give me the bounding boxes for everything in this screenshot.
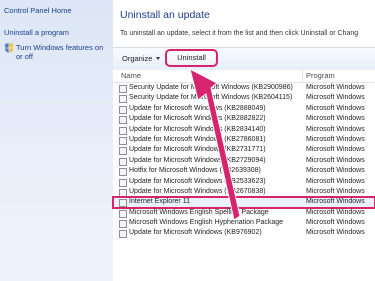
update-icon: [119, 136, 127, 145]
update-name: Update for Microsoft Windows (KB2729094): [129, 156, 266, 164]
update-program: Microsoft Windows: [306, 94, 365, 102]
update-name: Update for Microsoft Windows (KB976902): [129, 229, 262, 237]
update-icon: [119, 85, 127, 93]
task-pane: Control Panel Home Uninstall a program T…: [0, 0, 113, 281]
update-icon: [119, 230, 127, 239]
table-row[interactable]: Security Update for Microsoft Windows (K…: [113, 93, 375, 104]
update-program: Microsoft Windows: [306, 187, 365, 195]
chevron-down-icon[interactable]: [156, 57, 160, 60]
update-icon: [119, 95, 127, 104]
update-name: Security Update for Microsoft Windows (K…: [129, 94, 293, 102]
update-program: Microsoft Windows: [306, 135, 365, 143]
update-icon: [119, 178, 127, 187]
update-name: Update for Microsoft Windows (KB2533623): [129, 177, 266, 185]
organize-button[interactable]: Organize: [122, 54, 152, 63]
update-icon: [119, 157, 127, 166]
table-row[interactable]: Security Update for Microsoft Windows (K…: [113, 83, 375, 93]
update-program: Microsoft Windows: [306, 229, 365, 237]
update-icon: [119, 199, 127, 208]
page-description: To uninstall an update, select it from t…: [120, 30, 359, 37]
update-icon: [119, 209, 127, 218]
update-program: Microsoft Windows: [306, 177, 365, 185]
table-row[interactable]: Update for Microsoft Windows (KB2533623)…: [113, 177, 375, 187]
update-name: Update for Microsoft Windows (KB2888049): [129, 104, 266, 112]
shield-icon: [5, 43, 13, 53]
column-header-program[interactable]: Program: [306, 71, 335, 80]
update-icon: [119, 126, 127, 135]
update-icon: [119, 105, 127, 114]
page-title: Uninstall an update: [120, 9, 210, 21]
table-row[interactable]: Update for Microsoft Windows (KB2731771)…: [113, 145, 375, 156]
uninstall-button[interactable]: Uninstall: [165, 49, 218, 67]
uninstall-program-link[interactable]: Uninstall a program: [4, 28, 69, 37]
update-icon: [119, 147, 127, 156]
update-name: Update for Microsoft Windows (KB2786081): [129, 135, 266, 143]
control-panel-home-link[interactable]: Control Panel Home: [4, 6, 72, 15]
update-icon: [119, 188, 127, 197]
table-row[interactable]: Update for Microsoft Windows (KB976902) M…: [113, 228, 375, 239]
update-program: Microsoft Windows: [306, 219, 365, 227]
update-program: Microsoft Windows: [306, 104, 365, 112]
update-name: Security Update for Microsoft Windows (K…: [129, 84, 293, 91]
update-program: Microsoft Windows: [306, 208, 365, 216]
update-name: Microsoft Windows English Spelling Packa…: [129, 208, 269, 216]
list-header: Name Program: [113, 70, 375, 83]
updates-list: Security Update for Microsoft Windows (K…: [112, 83, 375, 239]
update-name: Hotfix for Microsoft Windows (KB2639308): [129, 167, 261, 175]
update-icon: [119, 116, 127, 125]
update-name: Update for Microsoft Windows (KB2670838): [129, 187, 266, 195]
update-program: Microsoft Windows: [306, 115, 365, 123]
update-name: Microsoft Windows English Hyphenation Pa…: [129, 219, 284, 227]
update-name: Update for Microsoft Windows (KB2834140): [129, 125, 266, 133]
table-row[interactable]: Update for Microsoft Windows (KB2834140)…: [113, 125, 375, 135]
update-program: Microsoft Windows: [306, 156, 365, 164]
table-row[interactable]: Update for Microsoft Windows (KB2888049)…: [113, 104, 375, 114]
update-name: Internet Explorer 11: [129, 198, 190, 206]
update-program: Microsoft Windows: [306, 146, 365, 154]
update-program: Microsoft Windows: [306, 84, 365, 91]
toolbar: Organize Uninstall: [113, 47, 375, 71]
column-divider[interactable]: [302, 70, 303, 82]
table-row[interactable]: Update for Microsoft Windows (KB2729094)…: [113, 156, 375, 166]
update-icon: [119, 220, 127, 229]
update-name: Update for Microsoft Windows (KB2731771): [129, 146, 266, 154]
update-program: Microsoft Windows: [306, 167, 365, 175]
table-row[interactable]: Update for Microsoft Windows (KB2786081)…: [113, 135, 375, 145]
update-name: Update for Microsoft Windows (KB2882822): [129, 115, 266, 123]
table-row[interactable]: Update for Microsoft Windows (KB2882822)…: [113, 114, 375, 125]
column-header-name[interactable]: Name: [121, 71, 141, 80]
windows-features-link[interactable]: Turn Windows features on or off: [16, 43, 110, 61]
update-icon: [119, 168, 127, 177]
update-program: Microsoft Windows: [306, 125, 365, 133]
update-program: Microsoft Windows: [306, 198, 365, 206]
table-row[interactable]: Hotfix for Microsoft Windows (KB2639308)…: [113, 166, 375, 177]
table-row[interactable]: Update for Microsoft Windows (KB2670838)…: [113, 187, 375, 197]
table-row[interactable]: Microsoft Windows English Spelling Packa…: [113, 208, 375, 218]
table-row-selected[interactable]: Internet Explorer 11 Microsoft Windows: [112, 196, 375, 209]
table-row[interactable]: Microsoft Windows English Hyphenation Pa…: [113, 218, 375, 229]
